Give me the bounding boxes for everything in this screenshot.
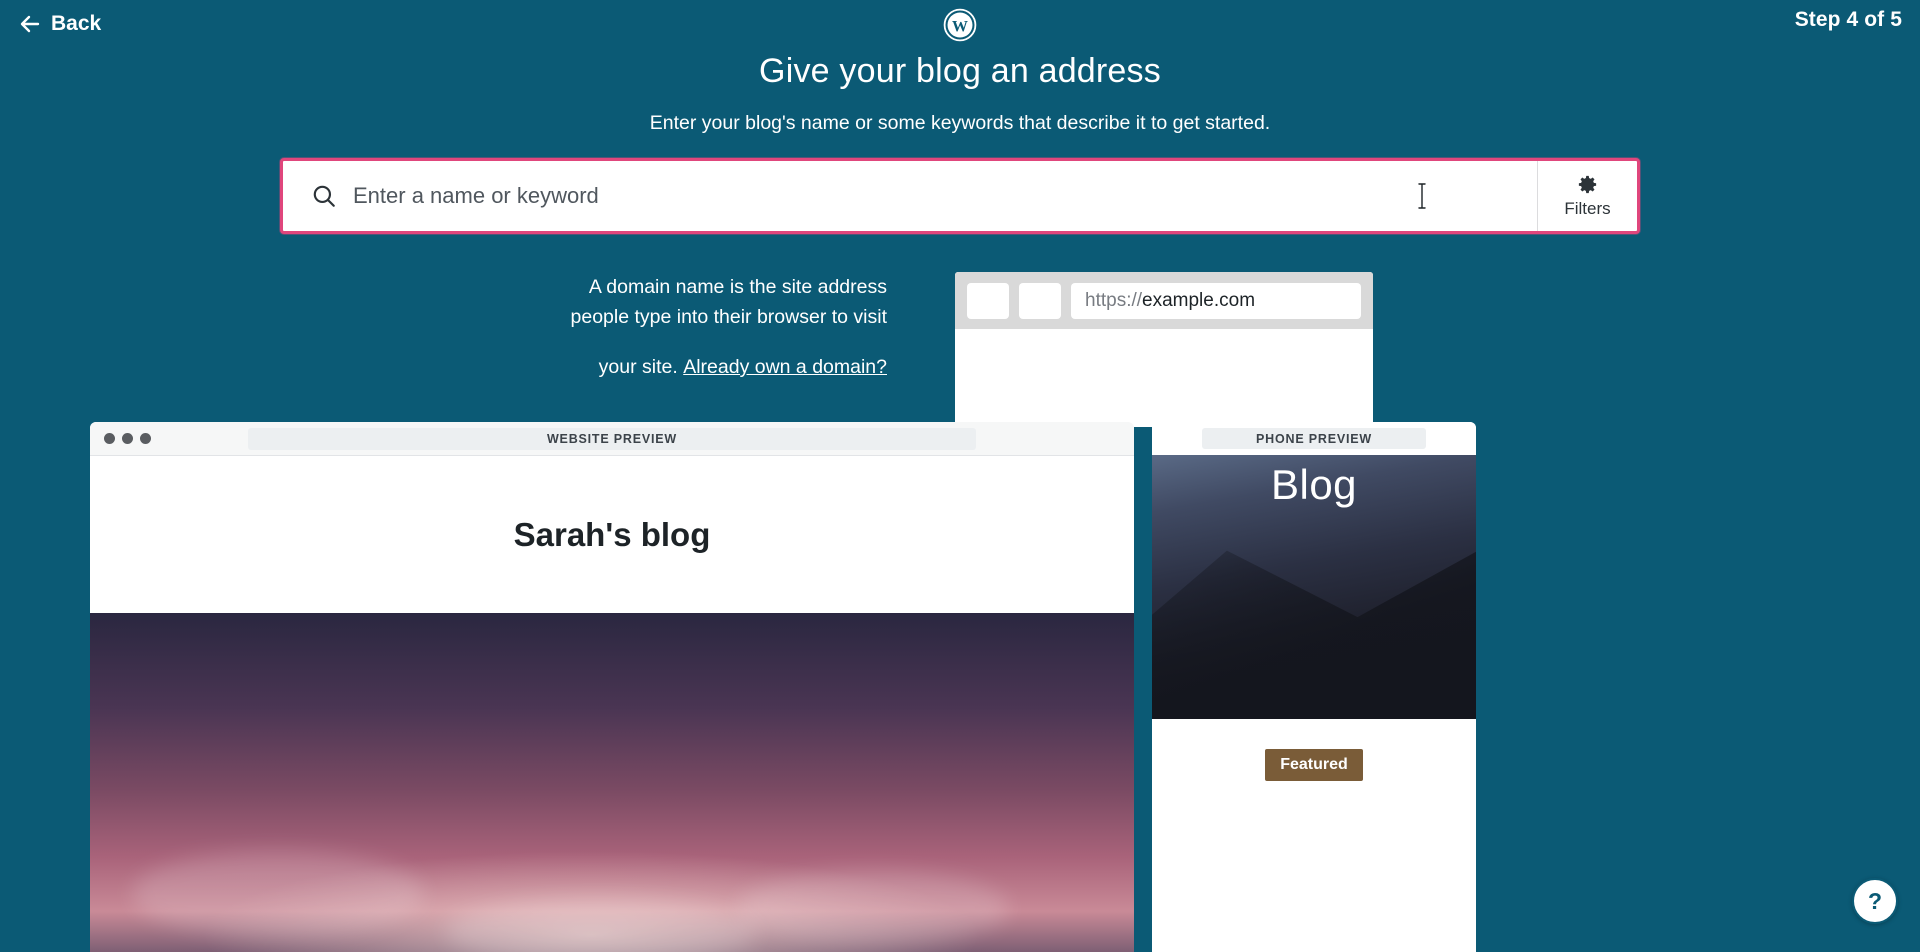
svg-text:W: W <box>952 18 968 35</box>
window-minimize-dot-icon <box>122 433 133 444</box>
wordpress-logo-icon: W <box>943 8 977 42</box>
phone-preview-titlebar: PHONE PREVIEW <box>1152 422 1476 455</box>
filters-button[interactable]: Filters <box>1537 161 1637 231</box>
preview-site-title: Sarah's blog <box>513 515 711 553</box>
search-input[interactable] <box>353 183 1537 209</box>
search-icon <box>313 185 335 207</box>
step-indicator: Step 4 of 5 <box>1794 8 1902 31</box>
cloud-shape-icon <box>131 850 425 939</box>
domain-explanation: A domain name is the site address people… <box>547 272 888 382</box>
phone-preview-caption-pill: PHONE PREVIEW <box>1202 428 1426 449</box>
search-field[interactable] <box>283 161 1537 231</box>
website-preview-panel: WEBSITE PREVIEW Sarah's blog <box>90 422 1134 952</box>
browser-url-bar: https://example.com <box>1071 282 1361 319</box>
url-host: example.com <box>1142 289 1256 311</box>
window-maximize-dot-icon <box>140 433 151 444</box>
page-subtitle: Enter your blog's name or some keywords … <box>649 112 1271 134</box>
website-preview-caption: WEBSITE PREVIEW <box>546 432 678 446</box>
window-close-dot-icon <box>104 433 115 444</box>
browser-chrome: https://example.com <box>955 272 1373 329</box>
phone-preview-caption: PHONE PREVIEW <box>1256 431 1372 446</box>
browser-tab <box>967 282 1009 319</box>
window-controls <box>104 433 151 444</box>
url-scheme: https:// <box>1085 289 1143 311</box>
gear-icon <box>1578 175 1597 194</box>
website-preview-caption-pill: WEBSITE PREVIEW <box>248 428 976 450</box>
filters-button-label: Filters <box>1564 199 1611 218</box>
phone-preview-hero: Blog <box>1152 455 1476 719</box>
page-title: Give your blog an address <box>759 52 1161 90</box>
help-button[interactable]: ? <box>1852 878 1898 924</box>
phone-preview-panel: PHONE PREVIEW Blog Featured <box>1152 422 1476 952</box>
featured-badge: Featured <box>1265 749 1363 781</box>
onboarding-screen: Back W Step 4 of 5 Give your blog an add… <box>0 0 1920 952</box>
browser-tab <box>1019 282 1061 319</box>
preview-hero-image <box>90 613 1134 952</box>
domain-explanation-row: A domain name is the site address people… <box>0 272 1920 427</box>
already-own-domain-link[interactable]: Already own a domain? <box>683 352 887 382</box>
browser-illustration: https://example.com <box>955 272 1373 427</box>
cloud-shape-icon <box>444 897 759 952</box>
preview-site-header: Sarah's blog <box>90 456 1134 613</box>
cloud-shape-icon <box>737 870 1009 946</box>
website-preview-titlebar: WEBSITE PREVIEW <box>90 422 1134 456</box>
mountain-shape-icon <box>1152 541 1476 719</box>
arrow-left-icon <box>20 15 40 33</box>
domain-search-bar[interactable]: Filters <box>280 158 1640 234</box>
phone-preview-hero-title: Blog <box>1270 461 1358 508</box>
back-button[interactable]: Back <box>12 8 107 40</box>
phone-preview-body: Featured <box>1152 719 1476 952</box>
back-button-label: Back <box>51 12 102 35</box>
browser-viewport <box>955 329 1373 427</box>
